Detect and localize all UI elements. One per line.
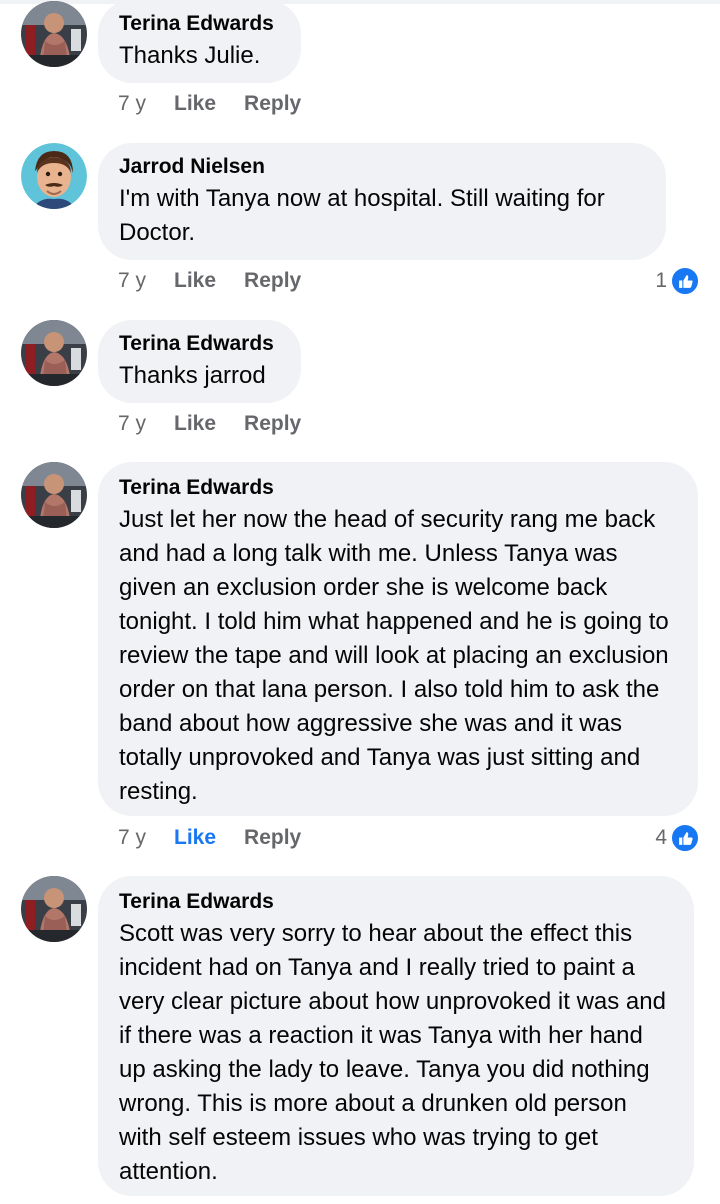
reaction-count: 4 [655,826,667,849]
comment-bubble: Jarrod Nielsen I'm with Tanya now at hos… [98,143,666,260]
comment-actions: 7 y Like Reply [118,267,329,295]
comment-bubble: Terina Edwards Thanks jarrod [98,320,301,403]
comment-bubble: Terina Edwards Scott was very sorry to h… [98,876,694,1196]
terina-avatar [21,1,87,67]
like-button[interactable]: Like [174,826,216,850]
terina-avatar [21,876,87,942]
avatar[interactable] [21,143,87,209]
thumbs-up-icon [670,266,700,296]
comment-author[interactable]: Terina Edwards [119,332,280,356]
thumbs-up-icon [670,823,700,853]
comment-actions: 7 y Like Reply [118,90,329,118]
jarrod-avatar [21,143,87,209]
reply-button[interactable]: Reply [244,412,301,436]
reply-button[interactable]: Reply [244,269,301,293]
comment-text: Scott was very sorry to hear about the e… [119,920,666,1185]
avatar[interactable] [21,876,87,942]
avatar[interactable] [21,462,87,528]
comment-text: I'm with Tanya now at hospital. Still wa… [119,185,605,246]
comment-author[interactable]: Terina Edwards [119,890,673,914]
reaction-summary[interactable]: 4 [655,822,700,854]
top-divider [0,0,720,4]
comment-author[interactable]: Jarrod Nielsen [119,155,645,179]
comment-actions: 7 y Like Reply [118,824,329,852]
comment-time[interactable]: 7 y [118,826,146,850]
reaction-count: 1 [655,269,667,292]
comment-time[interactable]: 7 y [118,412,146,436]
comment-author[interactable]: Terina Edwards [119,476,677,500]
comment-actions: 7 y Like Reply [118,410,329,438]
terina-avatar [21,320,87,386]
comment-text: Thanks Julie. [119,42,261,69]
like-button[interactable]: Like [174,269,216,293]
comment-text: Just let her now the head of security ra… [119,506,669,805]
comment-time[interactable]: 7 y [118,92,146,116]
comment-author[interactable]: Terina Edwards [119,12,280,36]
terina-avatar [21,462,87,528]
reply-button[interactable]: Reply [244,826,301,850]
comment-bubble: Terina Edwards Thanks Julie. [98,0,301,83]
like-button[interactable]: Like [174,412,216,436]
comment-time[interactable]: 7 y [118,269,146,293]
reply-button[interactable]: Reply [244,92,301,116]
like-button[interactable]: Like [174,92,216,116]
reaction-summary[interactable]: 1 [655,265,700,297]
avatar[interactable] [21,320,87,386]
comment-text: Thanks jarrod [119,362,266,389]
avatar[interactable] [21,1,87,67]
comment-bubble: Terina Edwards Just let her now the head… [98,462,698,816]
